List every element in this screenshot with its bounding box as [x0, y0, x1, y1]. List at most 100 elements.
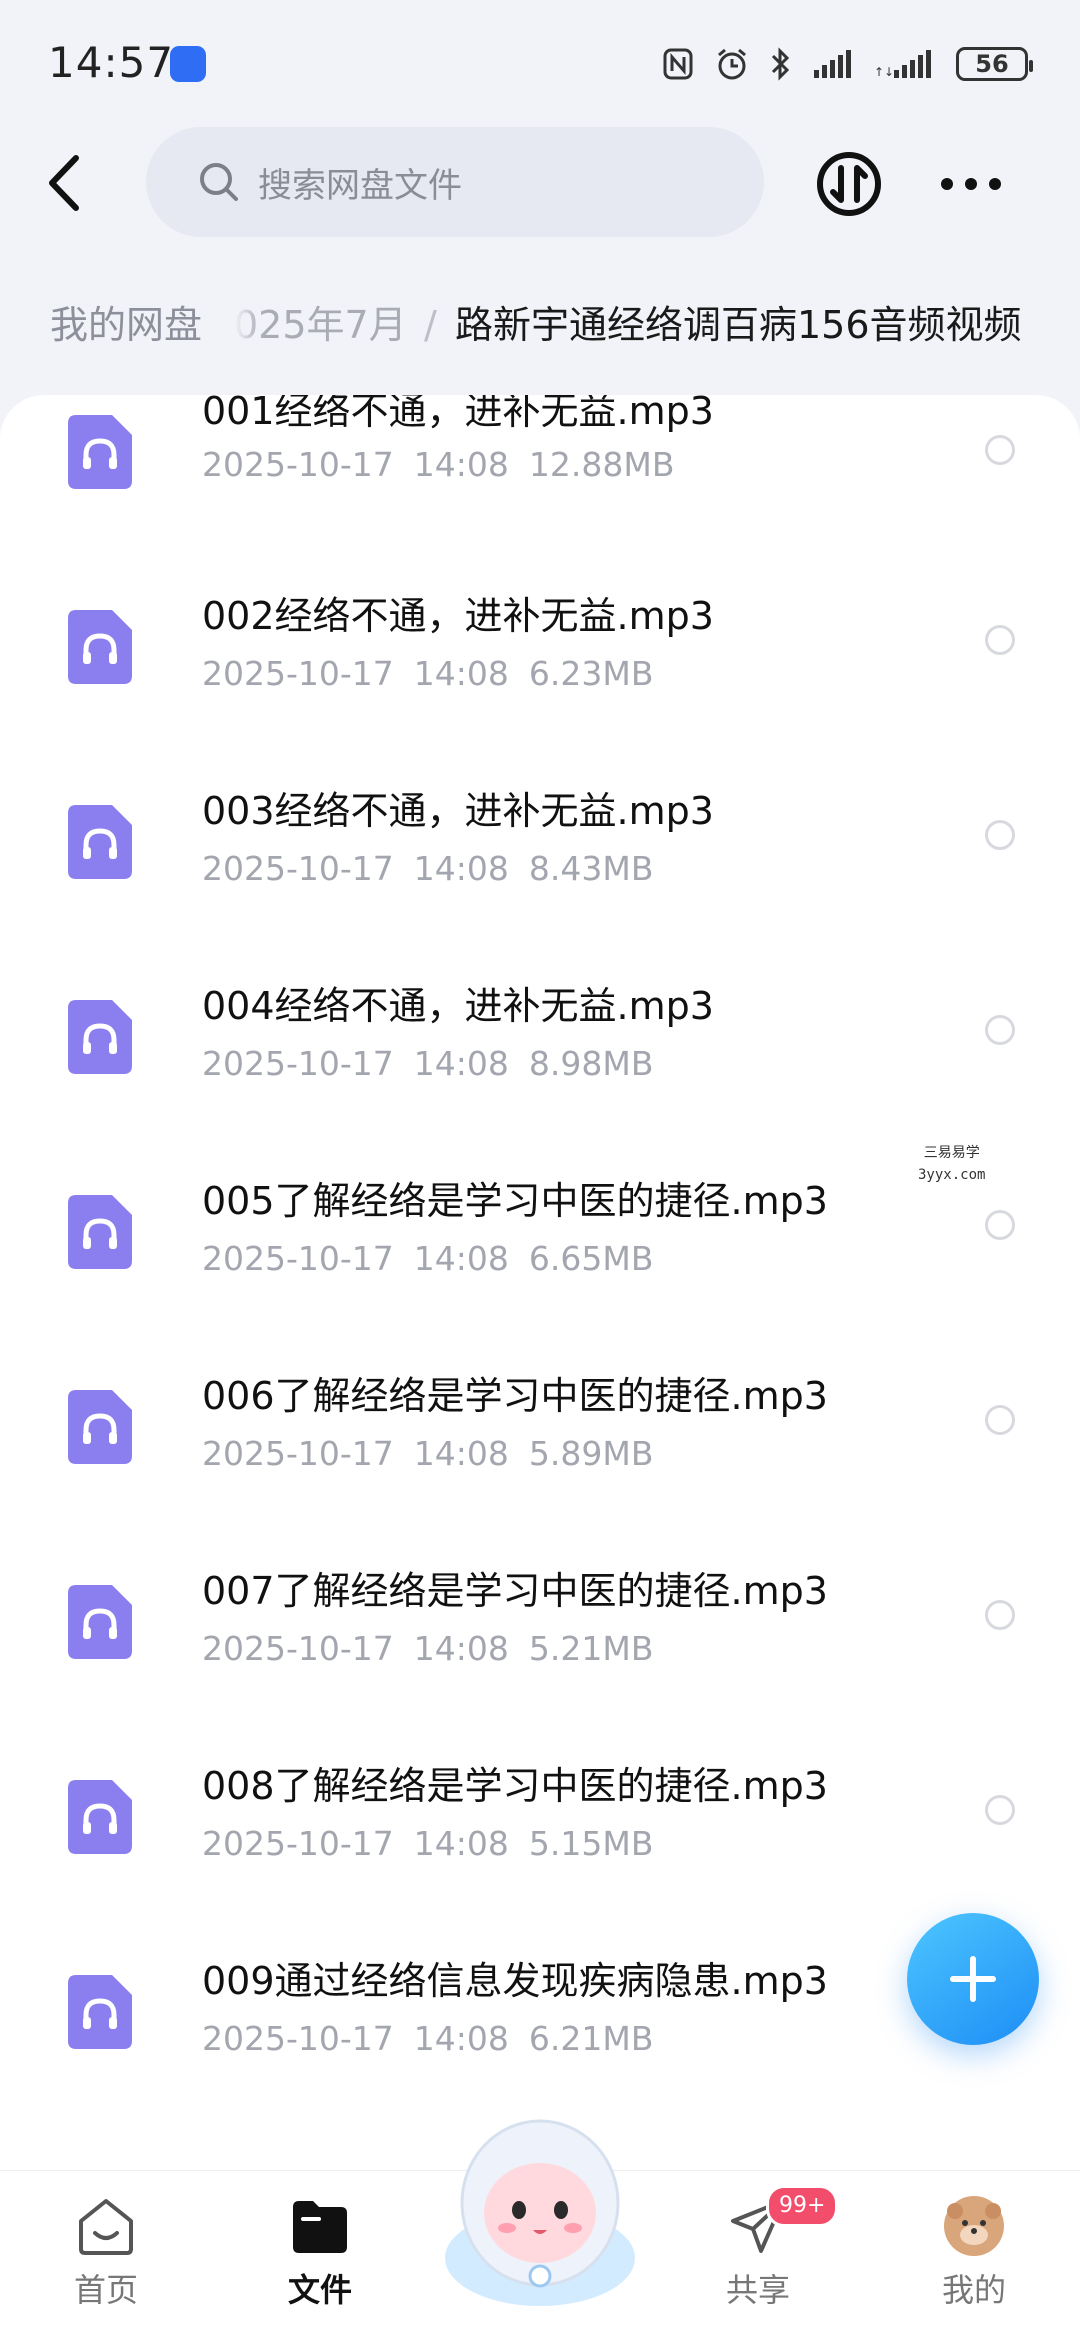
file-size: 12.88MB [528, 445, 675, 484]
breadcrumb-middle[interactable]: 025年7月 [234, 290, 407, 360]
audio-file-icon [68, 1780, 132, 1854]
file-time: 14:08 [413, 1824, 509, 1863]
select-checkbox[interactable] [985, 1795, 1015, 1825]
audio-file-icon [68, 1390, 132, 1464]
select-checkbox[interactable] [985, 1210, 1015, 1240]
breadcrumb-current: 路新宇通经络调百病156音频视频 [455, 303, 1022, 347]
add-button[interactable] [907, 1913, 1039, 2045]
file-date: 2025-10-17 [202, 654, 394, 693]
transfer-button[interactable] [815, 150, 883, 218]
file-row[interactable]: 008了解经络是学习中医的捷径.mp3 2025-10-17 14:08 5.15M… [0, 1760, 1080, 1955]
more-button[interactable] [940, 160, 1002, 208]
file-meta: 2025-10-17 14:08 5.89MB [202, 1432, 673, 1476]
nav-me[interactable]: 我的 [904, 2193, 1044, 2313]
file-size: 5.15MB [528, 1824, 654, 1863]
nav-files[interactable]: 文件 [250, 2193, 390, 2313]
signal-icon-2: ↑↓ [874, 50, 931, 79]
select-checkbox[interactable] [985, 435, 1015, 465]
plus-icon [950, 1956, 996, 2002]
watermark-line2: 3yyx.com [918, 1167, 986, 1183]
nfc-icon [663, 48, 693, 80]
bluetooth-icon [771, 47, 790, 81]
file-size: 8.98MB [528, 1044, 654, 1083]
file-time: 14:08 [413, 654, 509, 693]
mascot-button[interactable] [435, 2108, 645, 2308]
battery-indicator: 56 [956, 47, 1033, 81]
alarm-icon [718, 48, 746, 80]
select-checkbox[interactable] [985, 625, 1015, 655]
nav-home[interactable]: 首页 [36, 2193, 176, 2313]
search-input[interactable]: 搜索网盘文件 [146, 127, 764, 237]
file-size: 5.89MB [528, 1434, 654, 1473]
file-date: 2025-10-17 [202, 1044, 394, 1083]
file-meta: 2025-10-17 14:08 6.65MB [202, 1237, 673, 1281]
back-icon [49, 155, 79, 211]
file-name: 003经络不通，进补无益.mp3 [202, 789, 714, 833]
audio-file-icon [68, 415, 132, 489]
select-checkbox[interactable] [985, 820, 1015, 850]
file-row[interactable]: 005了解经络是学习中医的捷径.mp3 2025-10-17 14:08 6.65M… [0, 1175, 1080, 1370]
file-name: 007了解经络是学习中医的捷径.mp3 [202, 1569, 828, 1613]
file-date: 2025-10-17 [202, 849, 394, 888]
file-row[interactable]: 002经络不通，进补无益.mp3 2025-10-17 14:08 6.23MB [0, 590, 1080, 785]
nav-share[interactable]: 共享 99+ [688, 2185, 839, 2313]
file-time: 14:08 [413, 1434, 509, 1473]
file-meta: 2025-10-17 14:08 8.43MB [202, 847, 673, 891]
audio-file-icon [68, 610, 132, 684]
nav-me-label: 我的 [941, 2271, 1006, 2309]
back-button[interactable] [38, 153, 88, 213]
file-name: 005了解经络是学习中医的捷径.mp3 [202, 1179, 828, 1223]
nav-files-label: 文件 [287, 2271, 352, 2309]
file-meta: 2025-10-17 14:08 8.98MB [202, 1042, 673, 1086]
avatar-icon [944, 2196, 1004, 2256]
home-icon [79, 2199, 133, 2255]
file-meta: 2025-10-17 14:08 6.23MB [202, 652, 673, 696]
audio-file-icon [68, 1195, 132, 1269]
file-time: 14:08 [413, 1629, 509, 1668]
file-size: 5.21MB [528, 1629, 654, 1668]
svg-text:↑↓: ↑↓ [874, 65, 894, 79]
file-size: 6.23MB [528, 654, 654, 693]
file-size: 6.21MB [528, 2019, 654, 2058]
file-date: 2025-10-17 [202, 1239, 394, 1278]
nav-home-label: 首页 [73, 2271, 138, 2309]
select-checkbox[interactable] [985, 1600, 1015, 1630]
file-row[interactable]: 001经络不通，进补无益.mp3 2025-10-17 14:08 12.88MB [0, 395, 1080, 590]
file-size: 8.43MB [528, 849, 654, 888]
file-row[interactable]: 003经络不通，进补无益.mp3 2025-10-17 14:08 8.43MB [0, 785, 1080, 980]
file-name: 009通过经络信息发现疾病隐患.mp3 [202, 1959, 828, 2003]
more-icon [941, 178, 1001, 190]
search-placeholder: 搜索网盘文件 [258, 165, 462, 206]
audio-file-icon [68, 805, 132, 879]
breadcrumb-root[interactable]: 我的网盘 [22, 290, 231, 360]
search-icon [200, 163, 238, 201]
select-checkbox[interactable] [985, 1405, 1015, 1435]
file-row[interactable]: 006了解经络是学习中医的捷径.mp3 2025-10-17 14:08 5.89M… [0, 1370, 1080, 1565]
status-indicators: ↑↓ 56 [662, 42, 1033, 86]
file-time: 14:08 [413, 849, 509, 888]
file-time: 14:08 [413, 1239, 509, 1278]
file-meta: 2025-10-17 14:08 5.15MB [202, 1822, 673, 1866]
file-time: 14:08 [413, 445, 509, 484]
audio-file-icon [68, 1975, 132, 2049]
file-name: 008了解经络是学习中医的捷径.mp3 [202, 1764, 828, 1808]
file-meta: 2025-10-17 14:08 6.21MB [202, 2017, 673, 2061]
file-name: 002经络不通，进补无益.mp3 [202, 594, 714, 638]
folder-icon [293, 2201, 347, 2253]
file-date: 2025-10-17 [202, 2019, 394, 2058]
share-badge: 99+ [766, 2185, 839, 2227]
file-time: 14:08 [413, 1044, 509, 1083]
file-name: 004经络不通，进补无益.mp3 [202, 984, 714, 1028]
app-notification-icon [170, 46, 206, 82]
file-row[interactable]: 007了解经络是学习中医的捷径.mp3 2025-10-17 14:08 5.21M… [0, 1565, 1080, 1760]
file-date: 2025-10-17 [202, 1824, 394, 1863]
file-name: 006了解经络是学习中医的捷径.mp3 [202, 1374, 828, 1418]
watermark-line1: 三易易学 [923, 1145, 980, 1161]
audio-file-icon [68, 1000, 132, 1074]
breadcrumb: 025年7月 我的网盘 / 路新宇通经络调百病156音频视频 [0, 290, 1080, 360]
file-meta: 2025-10-17 14:08 12.88MB [202, 443, 694, 487]
select-checkbox[interactable] [985, 1015, 1015, 1045]
mascot-icon [445, 2119, 635, 2306]
file-list: 001经络不通，进补无益.mp3 2025-10-17 14:08 12.88MB … [0, 395, 1080, 2195]
file-size: 6.65MB [528, 1239, 654, 1278]
